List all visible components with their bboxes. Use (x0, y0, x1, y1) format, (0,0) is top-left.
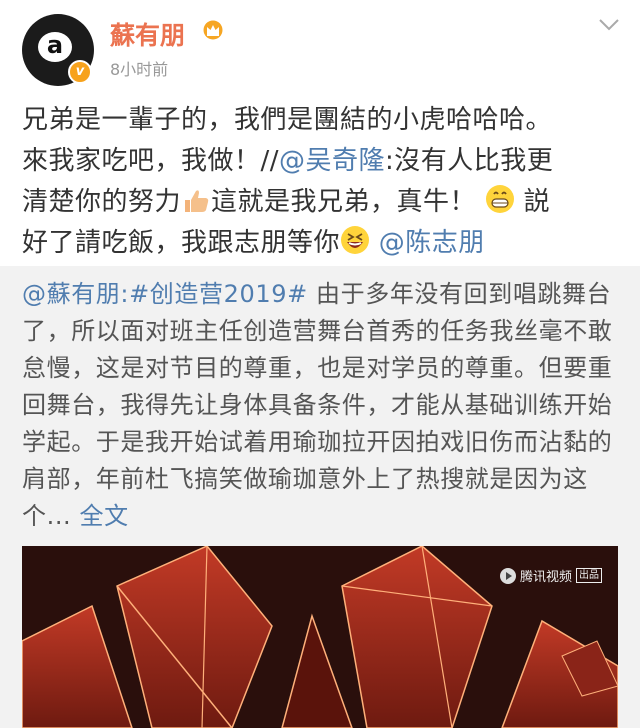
post-line-1: 兄弟是一輩子的，我們是團結的小虎哈哈哈。 (22, 105, 553, 135)
watermark-text: 腾讯视频 (520, 570, 573, 585)
repost-text: 由于多年没有回到唱跳舞台了，所以面对班主任创造营舞台首秀的任务我丝毫不敢怠慢，这… (22, 280, 613, 530)
username[interactable]: 蘇有朋 (110, 16, 185, 52)
avatar-letter: a (38, 32, 72, 62)
repost-card[interactable]: @蘇有朋:#创造营2019# 由于多年没有回到唱跳舞台了，所以面对班主任创造营舞… (0, 266, 640, 728)
post-line-2: 來我家吃吧，我做！//@吴奇隆:沒有人比我更 (22, 141, 626, 182)
post-text-segment: :沒有人比我更 (385, 146, 554, 176)
post-text-segment: 好了請吃飯，我跟志朋等你 (22, 228, 341, 258)
post-text-segment: 清楚你的努力 (22, 187, 182, 217)
mention-link[interactable]: @陈志朋 (379, 228, 485, 258)
post-text-segment: 説 (523, 187, 551, 217)
post-body: 兄弟是一輩子的，我們是團結的小虎哈哈哈。 來我家吃吧，我做！//@吴奇隆:沒有人… (22, 100, 626, 264)
repost-mention-link[interactable]: @蘇有朋:#创造营2019# (22, 280, 308, 308)
chevron-down-icon[interactable] (598, 18, 620, 32)
post-line-3: 清楚你的努力 這就是我兄弟，真牛！ 説 (22, 182, 626, 223)
video-watermark: 腾讯视频 出品 (500, 566, 603, 585)
laugh-emoji-icon (341, 226, 370, 254)
thumbs-up-icon (185, 190, 209, 212)
play-logo-icon (500, 567, 516, 584)
post-header: a v 蘇有朋 8小时前 (0, 0, 640, 96)
full-text-link[interactable]: 全文 (80, 502, 129, 530)
crown-icon (203, 20, 223, 40)
timestamp: 8小时前 (110, 60, 169, 79)
watermark-badge: 出品 (576, 568, 603, 583)
post-text-segment: 來我家吃吧，我做！// (22, 146, 280, 176)
grin-emoji-icon (485, 185, 514, 213)
video-thumbnail[interactable]: 腾讯视频 出品 (22, 546, 618, 728)
post-line-4: 好了請吃飯，我跟志朋等你 @陈志朋 (22, 223, 626, 264)
repost-body: @蘇有朋:#创造营2019# 由于多年没有回到唱跳舞台了，所以面对班主任创造营舞… (22, 276, 626, 535)
post-text-segment: 這就是我兄弟，真牛！ (211, 187, 477, 217)
mention-link[interactable]: @吴奇隆 (279, 146, 385, 176)
verified-icon: v (68, 60, 92, 84)
